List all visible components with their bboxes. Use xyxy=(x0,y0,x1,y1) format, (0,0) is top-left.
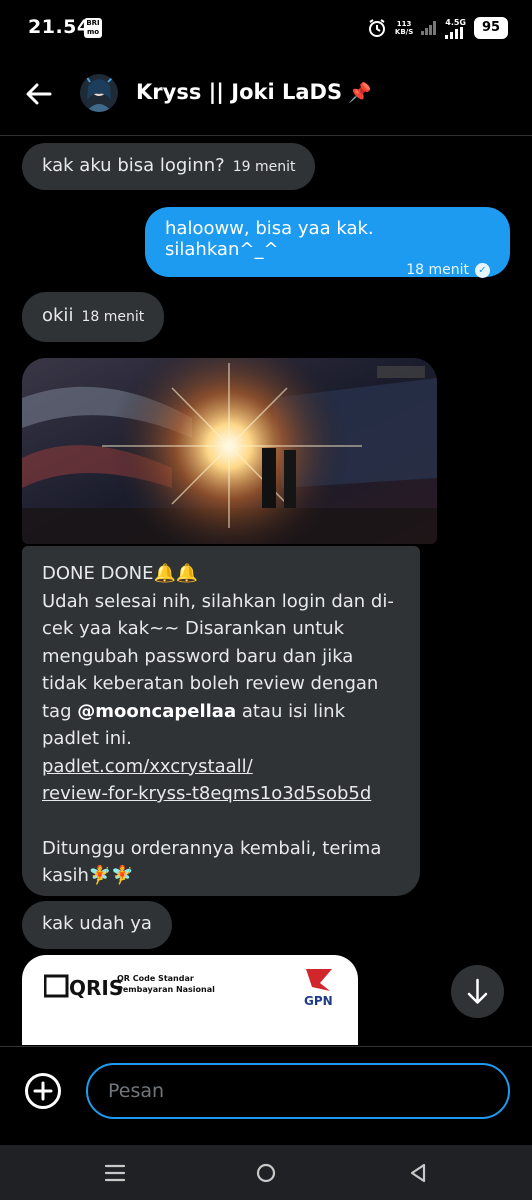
alarm-icon xyxy=(368,19,385,37)
message-text: kak aku bisa loginn? xyxy=(42,155,225,176)
message-meta: 18 menit ✓ xyxy=(165,262,490,278)
bank-icon-bottom: mo xyxy=(86,28,100,36)
message-bubble-incoming[interactable]: kak udah ya xyxy=(22,901,172,949)
mention-link[interactable]: @mooncapellaa xyxy=(77,701,236,722)
net-type-group: 4.5G xyxy=(445,18,466,39)
qris-title: QR Code Standar Pembayaran Nasional xyxy=(117,973,215,995)
net-speed-unit: KB/S xyxy=(394,28,414,36)
message-bubble-incoming[interactable]: kak aku bisa loginn? 19 menit xyxy=(22,143,316,190)
net-speed: 113 KB/S xyxy=(395,20,413,36)
padlet-link-line-2[interactable]: review-for-kryss-t8eqms1o3d5sob5d xyxy=(42,780,400,808)
message-bubble-outgoing[interactable]: halooww, bisa yaa kak. silahkan^_^ 18 me… xyxy=(145,207,510,278)
avatar-image xyxy=(80,74,118,112)
home-icon[interactable] xyxy=(254,1161,278,1185)
message-text: halooww, bisa yaa kak. silahkan^_^ xyxy=(165,218,374,260)
status-right: 113 KB/S 4.5G 95 xyxy=(367,14,508,42)
avatar[interactable] xyxy=(80,74,118,112)
message-text: okii xyxy=(42,305,74,326)
message-bubble-incoming-long[interactable]: DONE DONE🔔🔔 Udah selesai nih, silahkan l… xyxy=(22,546,420,896)
net-speed-value: 113 xyxy=(396,20,412,28)
back-arrow-icon[interactable] xyxy=(22,77,56,111)
battery-indicator: 95 xyxy=(474,17,508,39)
bank-app-icon: BRI mo xyxy=(84,18,102,38)
qris-title-line-2: Pembayaran Nasional xyxy=(117,985,215,994)
status-bar: 21.54 BRI mo 113 KB/S 4.5G 95 xyxy=(0,0,532,58)
message-text: kak udah ya xyxy=(42,913,152,934)
qris-image[interactable]: QRIS QR Code Standar Pembayaran Nasional… xyxy=(22,955,358,1045)
message-timestamp: 19 menit xyxy=(232,159,296,175)
add-attachment-button[interactable] xyxy=(25,1073,61,1109)
message-bubble-incoming[interactable]: okii 18 menit xyxy=(22,292,165,342)
contact-name[interactable]: Kryss || Joki LaDS 📌 xyxy=(136,80,372,104)
plus-icon xyxy=(33,1081,53,1101)
system-navigation-bar xyxy=(0,1145,532,1200)
signal-weak-icon xyxy=(421,21,437,35)
bank-icon-top: BRI xyxy=(86,19,100,27)
message-closing: Ditunggu orderannya kembali, terima kasi… xyxy=(42,837,382,887)
qris-title-line-1: QR Code Standar xyxy=(117,974,194,983)
recent-apps-icon[interactable] xyxy=(103,1161,127,1185)
message-timestamp: 18 menit xyxy=(406,262,469,278)
message-timestamp: 18 menit xyxy=(81,309,145,325)
padlet-link-line-1[interactable]: padlet.com/xxcrystaall/ xyxy=(42,753,400,781)
scroll-to-bottom-button[interactable] xyxy=(451,965,504,1018)
message-composer xyxy=(0,1046,532,1142)
contact-name-text: Kryss || Joki LaDS xyxy=(136,80,343,104)
gpn-logo: GPN xyxy=(304,969,333,1008)
net-type: 4.5G xyxy=(445,17,466,27)
conversation-header: Kryss || Joki LaDS 📌 xyxy=(0,58,532,136)
back-triangle-icon[interactable] xyxy=(406,1161,430,1185)
game-screenshot-image xyxy=(22,358,437,544)
qris-logo-text: QRIS xyxy=(69,976,123,1000)
message-image[interactable] xyxy=(22,358,437,544)
signal-strong-icon xyxy=(445,26,464,39)
message-input[interactable] xyxy=(86,1063,510,1119)
pin-icon: 📌 xyxy=(348,82,372,104)
gpn-label: GPN xyxy=(304,994,333,1008)
read-check-icon: ✓ xyxy=(475,262,490,278)
message-body: Udah selesai nih, silahkan login dan di-… xyxy=(42,588,400,753)
arrow-down-icon xyxy=(467,978,488,1004)
status-time: 21.54 xyxy=(28,16,91,38)
message-line-title: DONE DONE🔔🔔 xyxy=(42,563,199,584)
